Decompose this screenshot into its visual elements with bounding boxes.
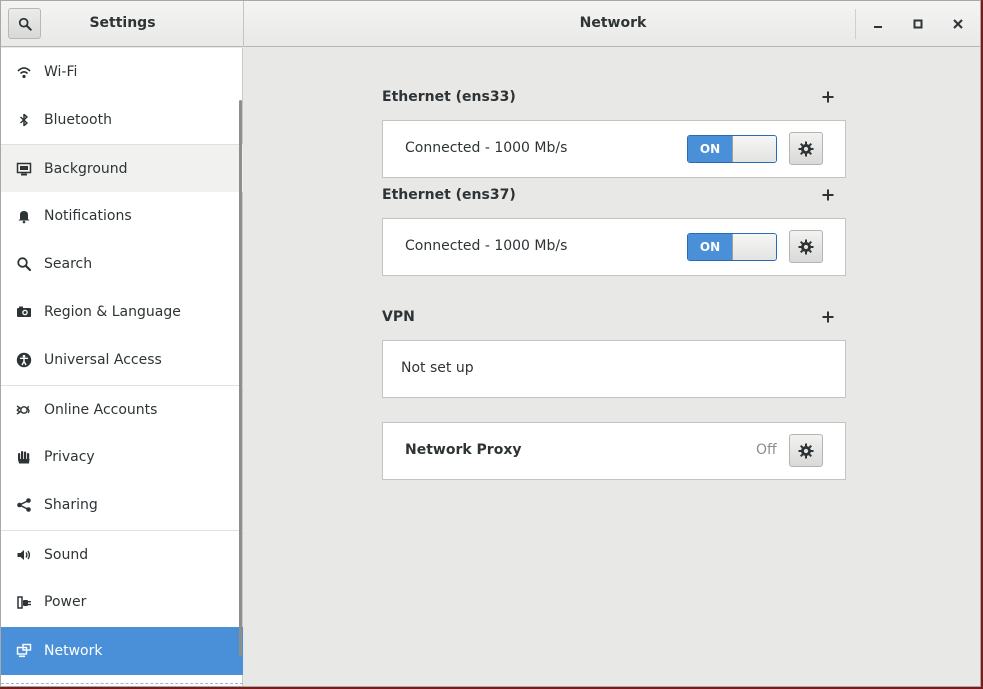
minimize-icon: [874, 26, 882, 28]
ethernet-ens33-panel: Connected - 1000 Mb/s ON: [382, 120, 846, 178]
ethernet-ens33-settings-button[interactable]: [789, 132, 823, 165]
gear-icon: [798, 239, 814, 254]
plus-icon: [822, 91, 834, 103]
bell-icon: [16, 208, 32, 224]
maximize-icon: [913, 19, 923, 29]
switch-knob: [732, 234, 776, 260]
ethernet-ens33-title: Ethernet (ens33): [382, 89, 516, 105]
sidebar-item-label: Search: [44, 256, 93, 272]
sidebar-item-label: Notifications: [44, 208, 132, 224]
sidebar-item-power[interactable]: Power: [1, 578, 243, 626]
network-icon: [16, 643, 32, 659]
switch-on-label: ON: [688, 234, 732, 260]
ethernet-ens37-panel: Connected - 1000 Mb/s ON: [382, 218, 846, 276]
sidebar-item-label: Sharing: [44, 497, 98, 513]
camera-icon: [16, 304, 32, 320]
close-icon: [953, 19, 963, 29]
sidebar-item-sharing[interactable]: Sharing: [1, 481, 243, 529]
sidebar-item-label: Universal Access: [44, 352, 162, 368]
accessibility-icon: [16, 352, 32, 368]
search-icon: [18, 17, 32, 31]
sidebar-item-bluetooth[interactable]: Bluetooth: [1, 96, 243, 144]
search-icon: [16, 256, 32, 272]
gear-icon: [798, 443, 814, 458]
add-vpn-button[interactable]: [820, 309, 836, 325]
speaker-icon: [16, 547, 32, 563]
network-proxy-settings-button[interactable]: [789, 434, 823, 467]
header-bar: Settings Network: [1, 1, 980, 47]
sidebar-item-background[interactable]: Background: [1, 144, 243, 192]
sidebar-bottom-edge: [1, 683, 243, 686]
close-button[interactable]: [945, 11, 971, 37]
background-icon: [16, 161, 32, 177]
sidebar-item-label: Wi-Fi: [44, 64, 78, 80]
network-panel: Ethernet (ens33) Connected - 1000 Mb/s O…: [244, 48, 980, 686]
sidebar-item-label: Network: [44, 643, 103, 659]
switch-knob: [732, 136, 776, 162]
sidebar: Wi-Fi Bluetooth Background Notifications…: [1, 48, 243, 686]
power-plug-icon: [16, 594, 32, 610]
gear-icon: [798, 141, 814, 156]
ethernet-ens33-status: Connected - 1000 Mb/s: [405, 140, 568, 156]
bluetooth-icon: [16, 112, 32, 128]
sidebar-item-label: Background: [44, 160, 128, 177]
ethernet-ens37-title: Ethernet (ens37): [382, 187, 516, 203]
sidebar-item-universal-access[interactable]: Universal Access: [1, 336, 243, 384]
sidebar-item-label: Privacy: [44, 449, 95, 465]
sidebar-item-notifications[interactable]: Notifications: [1, 192, 243, 240]
sidebar-item-label: Online Accounts: [44, 401, 158, 418]
ethernet-ens37-status: Connected - 1000 Mb/s: [405, 238, 568, 254]
network-proxy-value: Off: [756, 442, 777, 458]
ethernet-ens37-switch[interactable]: ON: [687, 233, 777, 261]
ethernet-ens37-settings-button[interactable]: [789, 230, 823, 263]
sidebar-item-label: Power: [44, 594, 87, 610]
network-proxy-label: Network Proxy: [405, 442, 522, 458]
ethernet-ens33-switch[interactable]: ON: [687, 135, 777, 163]
maximize-button[interactable]: [905, 11, 931, 37]
share-icon: [16, 497, 32, 513]
plus-icon: [822, 189, 834, 201]
online-accounts-icon: [16, 402, 32, 418]
wifi-icon: [16, 64, 32, 80]
sidebar-item-label: Sound: [44, 546, 89, 563]
add-ethernet-ens37-button[interactable]: [820, 187, 836, 203]
sidebar-item-wifi[interactable]: Wi-Fi: [1, 48, 243, 96]
settings-window: Settings Network Wi-Fi Bluetooth Backgro…: [0, 0, 981, 687]
sidebar-item-privacy[interactable]: Privacy: [1, 433, 243, 481]
sidebar-item-network[interactable]: Network: [1, 627, 243, 675]
vpn-panel: Not set up: [382, 340, 846, 398]
sidebar-item-sound[interactable]: Sound: [1, 530, 243, 578]
vpn-status: Not set up: [401, 360, 474, 376]
network-proxy-row[interactable]: Network Proxy Off: [382, 422, 846, 480]
sidebar-item-online-accounts[interactable]: Online Accounts: [1, 385, 243, 433]
sidebar-item-region-language[interactable]: Region & Language: [1, 288, 243, 336]
sidebar-item-search[interactable]: Search: [1, 240, 243, 288]
switch-on-label: ON: [688, 136, 732, 162]
add-ethernet-ens33-button[interactable]: [820, 89, 836, 105]
sidebar-header: Settings: [1, 1, 244, 47]
vpn-title: VPN: [382, 309, 415, 325]
sidebar-item-label: Bluetooth: [44, 112, 112, 128]
header-divider: [855, 9, 856, 39]
sidebar-scrollbar[interactable]: [239, 100, 242, 656]
hand-icon: [16, 449, 32, 465]
sidebar-item-label: Region & Language: [44, 304, 181, 320]
plus-icon: [822, 311, 834, 323]
search-button[interactable]: [8, 8, 41, 39]
minimize-button[interactable]: [865, 11, 891, 37]
